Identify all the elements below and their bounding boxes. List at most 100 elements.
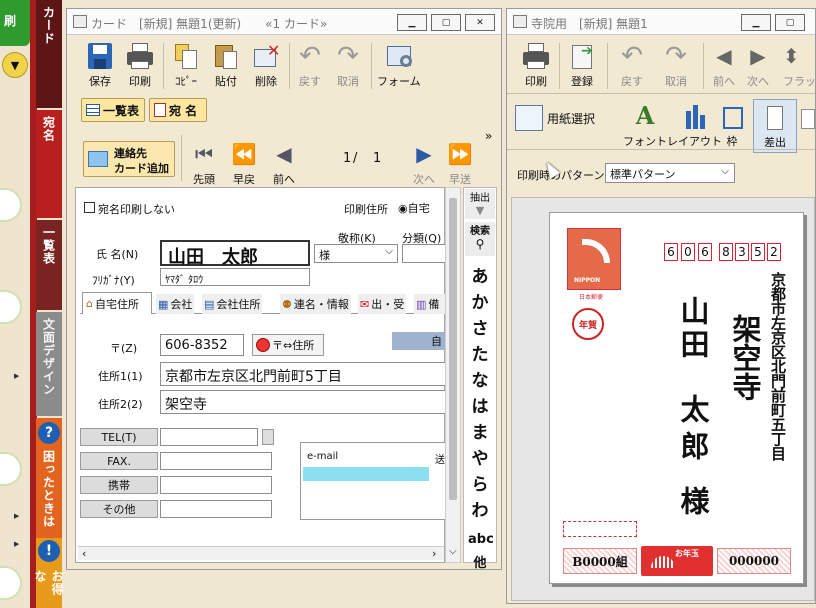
print-button[interactable]: 印刷 [521,41,551,89]
form-scrollbar-h[interactable]: ‹ › [78,546,444,560]
card-window-titlebar[interactable]: カード [新規] 無題1(更新) «1 カード» ▁ ▢ ✕ [67,9,501,35]
scroll-thumb[interactable] [449,198,457,500]
cancel-button[interactable]: ↷ 取消 [333,41,363,89]
paste-button[interactable]: 貼付 [211,41,241,89]
nav-tab-card[interactable]: カード [36,0,62,108]
print-window-titlebar[interactable]: 寺院用 [新規] 無題1 ▁ ▢ [507,9,815,35]
postal-field[interactable]: 606-8352 [160,334,244,356]
minimize-button[interactable]: ▁ [397,14,427,31]
cancel-button[interactable]: ↷ 取消 [661,41,691,89]
info-icon[interactable]: ! [38,540,60,562]
arrow-right-icon[interactable]: ▶ [14,540,19,548]
kana-index-ka[interactable]: か [468,288,492,313]
add-contact-card-button[interactable]: 連絡先 カード追加 [83,141,175,177]
fast-back-button[interactable]: ⏪ 早戻 [229,139,259,187]
arrow-right-icon[interactable]: ▶ [14,372,19,380]
minimize-button[interactable]: ▁ [741,14,771,31]
kana-index-ra[interactable]: ら [468,470,492,495]
nav-side-knob[interactable] [0,452,22,486]
save-button[interactable]: 保存 [85,41,115,89]
register-button[interactable]: ➔ 登録 [567,41,597,89]
kana-index-a[interactable]: あ [468,262,492,287]
arrow-right-icon[interactable]: ▶ [14,512,19,520]
nav-tab-deals[interactable]: お得な [33,564,64,608]
print-button[interactable]: 印刷 [125,41,155,89]
tab-list-view[interactable]: 一覧表 [81,98,145,122]
no-print-checkbox[interactable] [84,202,95,213]
tab-joint-info[interactable]: ⚉ 連名・情報 [280,294,351,314]
font-button[interactable]: A フォント [623,101,667,149]
layout-button[interactable]: レイアウト [667,101,722,149]
phone-book-icon[interactable] [262,429,274,445]
email-selected-row[interactable] [303,467,429,481]
form-button[interactable]: フォーム [377,41,421,89]
tel-button[interactable]: TEL(T) [80,428,158,446]
copy-button[interactable]: ｺﾋﾟｰ [171,41,201,89]
name-field[interactable]: 山田 太郎 [160,240,310,268]
fax-button[interactable]: FAX. [80,452,158,470]
kana-index-sa[interactable]: さ [468,314,492,339]
paper-select-button[interactable]: 用紙選択 [515,105,595,131]
nav-side-knob[interactable] [0,566,22,600]
address1-field[interactable]: 京都市左京区北門前町5丁目 [160,362,446,386]
previous-button[interactable]: ◀ 前へ [709,41,739,89]
fast-forward-button[interactable]: ⏩ 早送 [445,139,475,187]
zoom-field[interactable] [801,109,815,129]
chevron-right-icon[interactable]: › [432,547,436,560]
nav-tab-address[interactable]: 宛名 [36,110,62,218]
kana-index-wa[interactable]: わ [468,496,492,521]
close-button[interactable]: ✕ [465,14,495,31]
sender-button[interactable]: 差出 [753,99,797,153]
nav-side-knob[interactable] [0,290,22,324]
tab-address-view[interactable]: 宛 名 [149,98,207,122]
search-button[interactable]: 検索 ⚲ [465,222,495,256]
auto-button[interactable]: 自 [392,332,446,350]
next-button[interactable]: ▶ 次へ [409,139,439,187]
tab-home-address[interactable]: ⌂ 自宅住所 [82,292,152,314]
frame-button[interactable]: 枠 [717,101,747,149]
mobile-button[interactable]: 携帯 [80,476,158,494]
category-field[interactable] [402,244,446,263]
kana-index-na[interactable]: な [468,366,492,391]
honorific-select[interactable]: 様 ⌵ [314,244,398,263]
tab-company-address[interactable]: ▤ 会社住所 [202,294,263,314]
print-address-radio[interactable]: ◉自宅 [398,200,430,216]
help-icon[interactable]: ? [38,422,60,444]
nav-tab-help[interactable]: 困ったときは [36,444,62,538]
first-record-button[interactable]: ⏮ 先頭 [189,139,219,187]
maximize-button[interactable]: ▢ [431,14,461,31]
kana-index-abc[interactable]: abc [468,532,494,547]
extract-button[interactable]: 抽出 ▼ [465,189,495,219]
kana-index-other[interactable]: 他 [468,552,492,571]
nav-tab-list[interactable]: 一覧表 [36,220,62,310]
nav-side-knob[interactable] [0,188,22,222]
print-pattern-select[interactable]: 標準パターン ⌵ [605,163,735,183]
undo-button[interactable]: ↶ 戻す [617,41,647,89]
other-field[interactable] [160,500,272,518]
other-button[interactable]: その他 [80,500,158,518]
flap-button[interactable]: ⬍ フラッ [783,41,815,89]
furigana-field[interactable]: ﾔﾏﾀﾞ ﾀﾛｳ [160,268,310,286]
kana-index-ya[interactable]: や [468,444,492,469]
kana-index-ta[interactable]: た [468,340,492,365]
postal-convert-button[interactable]: 〒⇔住所 [252,334,324,356]
chevron-down-icon[interactable]: ⌵ [449,546,457,557]
email-table[interactable]: e-mail 送 [300,442,446,520]
mobile-field[interactable] [160,476,272,494]
undo-button[interactable]: ↶ 戻す [295,41,325,89]
tab-sent-received[interactable]: ✉ 出・受 [358,294,407,314]
tab-notes[interactable]: ▥ 備 [414,294,446,314]
dropdown-icon[interactable]: ▼ [2,52,28,78]
toolbar-overflow-icon[interactable]: » [485,129,492,143]
delete-button[interactable]: ✕ 削除 [251,41,281,89]
kana-index-ha[interactable]: は [468,392,492,417]
chevron-left-icon[interactable]: ‹ [82,547,86,560]
address2-field[interactable]: 架空寺 [160,390,446,414]
nav-tab-design[interactable]: 文面デザイン [36,312,62,416]
tab-company[interactable]: ▦ 会社 [156,294,195,314]
kana-index-ma[interactable]: ま [468,418,492,443]
next-button[interactable]: ▶ 次へ [743,41,773,89]
maximize-button[interactable]: ▢ [775,14,805,31]
fax-field[interactable] [160,452,272,470]
form-scrollbar-v[interactable]: ⌵ [445,187,461,563]
